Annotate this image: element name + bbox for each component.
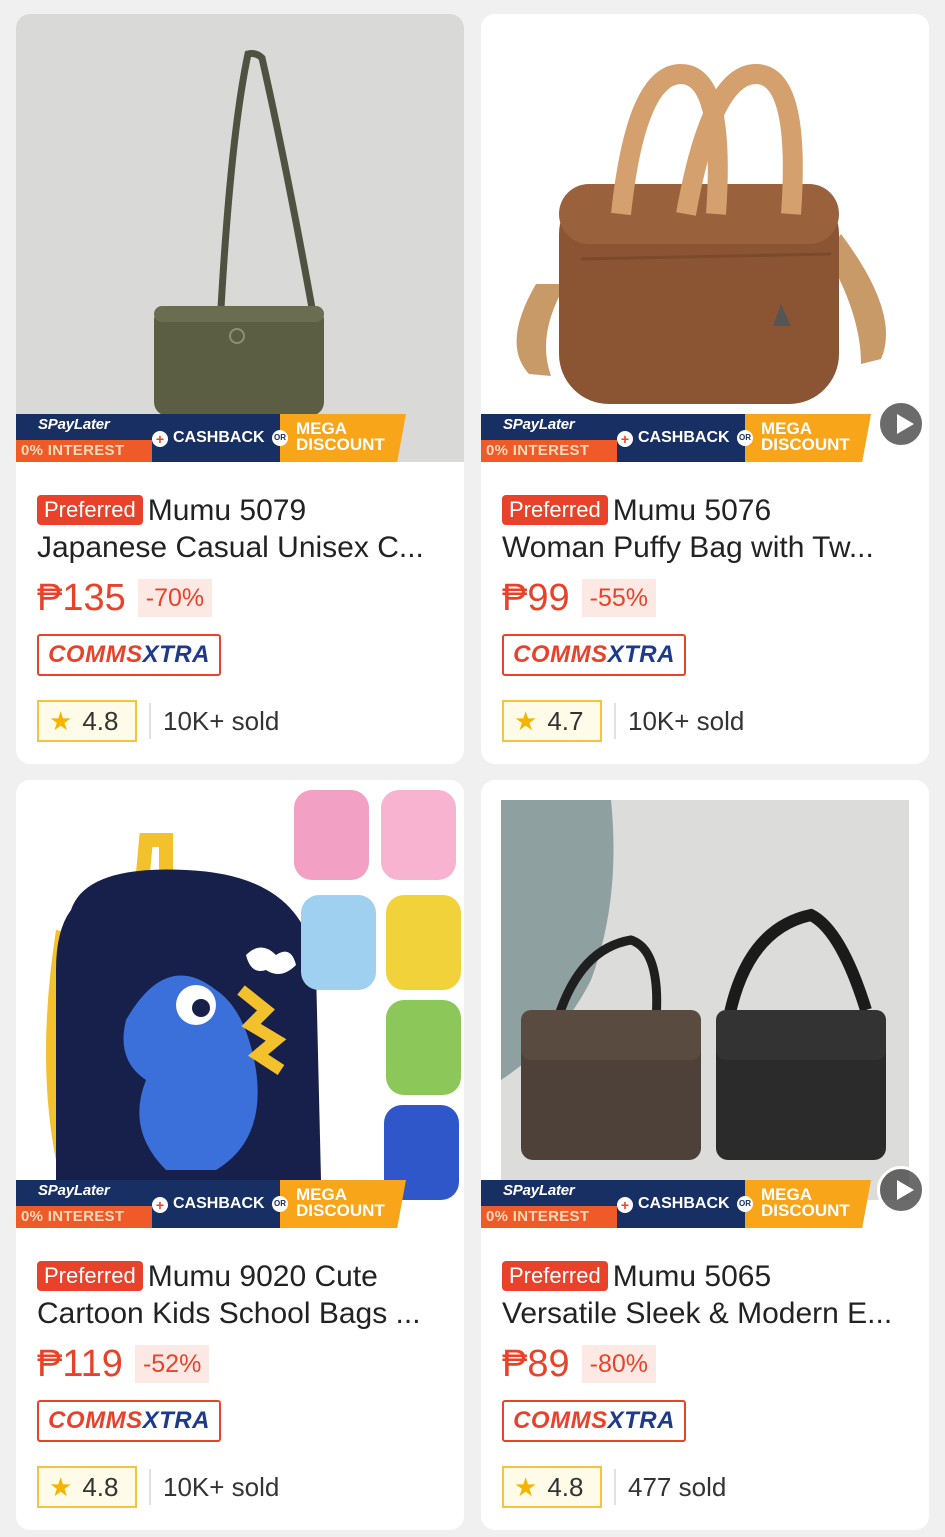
divider	[614, 1469, 616, 1505]
product-title-line1: Mumu 5076	[612, 494, 772, 527]
discount-badge: -80%	[581, 1345, 656, 1383]
divider	[149, 1469, 151, 1505]
promo-strip: SPayLater 0% INTEREST + CASHBACK OR MEGA…	[481, 1180, 871, 1228]
discount-badge: -52%	[134, 1345, 210, 1383]
cashback-label: CASHBACK	[638, 1195, 730, 1212]
interest-label: 0% INTEREST	[481, 440, 629, 462]
sold-count: 10K+ sold	[163, 705, 280, 736]
product-title[interactable]: Preferred Mumu 5079	[37, 492, 447, 529]
commsxtra-badge: COMMSXTRA	[502, 634, 686, 676]
preferred-badge: Preferred	[37, 1261, 143, 1291]
discount-label: DISCOUNT	[761, 435, 850, 454]
preferred-badge: Preferred	[37, 495, 143, 525]
plus-icon: +	[152, 1197, 168, 1213]
product-title-line2[interactable]: Japanese Casual Unisex C...	[37, 529, 447, 566]
spaylater-label: SPayLater	[503, 1182, 575, 1199]
interest-label: 0% INTEREST	[16, 440, 164, 462]
spaylater-label: SPayLater	[503, 416, 575, 433]
divider	[149, 703, 151, 739]
rating-badge: ★ 4.8	[37, 700, 137, 742]
commsxtra-badge: COMMSXTRA	[37, 634, 221, 676]
or-label: OR	[737, 1196, 753, 1212]
sold-count: 10K+ sold	[628, 705, 745, 736]
rating-value: 4.8	[82, 705, 119, 736]
cashback-label: CASHBACK	[173, 429, 265, 446]
product-title-line1: Mumu 9020 Cute	[147, 1260, 378, 1293]
product-price: ₱135	[37, 577, 126, 619]
discount-badge: -55%	[581, 579, 656, 617]
cashback-label: CASHBACK	[173, 1195, 265, 1212]
interest-label: 0% INTEREST	[481, 1206, 629, 1228]
product-card[interactable]: SPayLater 0% INTEREST + CASHBACK OR MEGA…	[16, 14, 464, 764]
rating-badge: ★ 4.7	[502, 700, 602, 742]
promo-strip: SPayLater 0% INTEREST + CASHBACK OR MEGA…	[16, 414, 406, 462]
plus-icon: +	[152, 431, 168, 447]
discount-label: DISCOUNT	[761, 1201, 850, 1220]
product-price: ₱99	[502, 577, 570, 619]
cashback-label: CASHBACK	[638, 429, 730, 446]
product-title-line1: Mumu 5065	[612, 1260, 772, 1293]
promo-strip: SPayLater 0% INTEREST + CASHBACK OR MEGA…	[16, 1180, 406, 1228]
product-card[interactable]: SPayLater 0% INTEREST + CASHBACK OR MEGA…	[481, 14, 929, 764]
play-video-icon[interactable]	[877, 400, 925, 448]
product-title-line1: Mumu 5079	[147, 494, 307, 527]
product-card[interactable]: SPayLater 0% INTEREST + CASHBACK OR MEGA…	[16, 780, 464, 1530]
star-icon: ★	[49, 1471, 73, 1502]
rating-badge: ★ 4.8	[37, 1466, 137, 1508]
product-image[interactable]	[16, 780, 464, 1228]
product-image[interactable]	[481, 14, 929, 462]
spaylater-label: SPayLater	[38, 416, 110, 433]
discount-label: DISCOUNT	[296, 435, 385, 454]
product-card[interactable]: SPayLater 0% INTEREST + CASHBACK OR MEGA…	[481, 780, 929, 1530]
rating-value: 4.8	[82, 1471, 119, 1502]
plus-icon: +	[617, 1197, 633, 1213]
rating-badge: ★ 4.8	[502, 1466, 602, 1508]
or-label: OR	[272, 430, 288, 446]
product-image[interactable]	[481, 780, 929, 1228]
discount-badge: -70%	[137, 579, 213, 617]
product-grid: SPayLater 0% INTEREST + CASHBACK OR MEGA…	[0, 0, 945, 1537]
discount-label: DISCOUNT	[296, 1201, 385, 1220]
play-video-icon[interactable]	[877, 1166, 925, 1214]
star-icon: ★	[514, 705, 538, 736]
product-title[interactable]: Preferred Mumu 5076	[502, 492, 912, 529]
or-label: OR	[272, 1196, 288, 1212]
product-title[interactable]: Preferred Mumu 9020 Cute	[37, 1258, 447, 1295]
spaylater-label: SPayLater	[38, 1182, 110, 1199]
product-title[interactable]: Preferred Mumu 5065	[502, 1258, 912, 1295]
preferred-badge: Preferred	[502, 1261, 608, 1291]
sold-count: 477 sold	[628, 1471, 727, 1502]
product-title-line2[interactable]: Versatile Sleek & Modern E...	[502, 1295, 912, 1332]
star-icon: ★	[514, 1471, 538, 1502]
product-title-line2[interactable]: Woman Puffy Bag with Tw...	[502, 529, 912, 566]
rating-value: 4.7	[547, 705, 584, 736]
commsxtra-badge: COMMSXTRA	[502, 1400, 686, 1442]
commsxtra-badge: COMMSXTRA	[37, 1400, 221, 1442]
or-label: OR	[737, 430, 753, 446]
product-price: ₱119	[37, 1343, 123, 1385]
preferred-badge: Preferred	[502, 495, 608, 525]
promo-strip: SPayLater 0% INTEREST + CASHBACK OR MEGA…	[481, 414, 871, 462]
rating-value: 4.8	[547, 1471, 584, 1502]
product-price: ₱89	[502, 1343, 570, 1385]
interest-label: 0% INTEREST	[16, 1206, 164, 1228]
star-icon: ★	[49, 705, 73, 736]
product-title-line2[interactable]: Cartoon Kids School Bags ...	[37, 1295, 447, 1332]
divider	[614, 703, 616, 739]
product-image[interactable]	[16, 14, 464, 462]
sold-count: 10K+ sold	[163, 1471, 280, 1502]
plus-icon: +	[617, 431, 633, 447]
